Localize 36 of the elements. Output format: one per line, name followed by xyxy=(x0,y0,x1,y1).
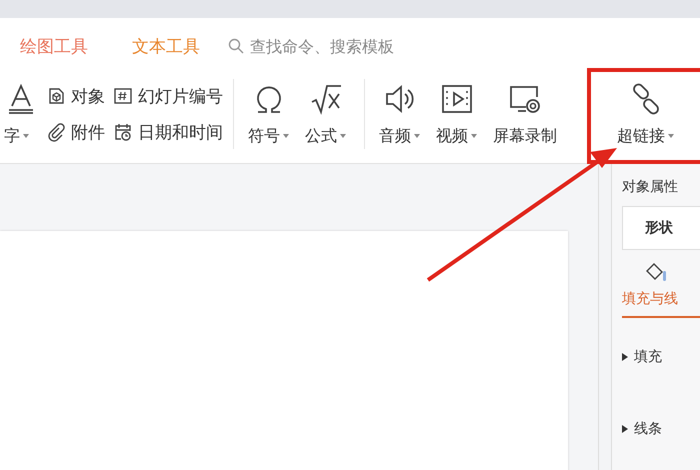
button-label: 屏幕录制 xyxy=(493,126,557,146)
art-text-button[interactable]: 字 xyxy=(0,82,34,146)
ribbon-item[interactable]: 幻灯片编号 xyxy=(113,78,223,114)
section-header[interactable]: 填充 xyxy=(622,348,700,366)
caret-icon xyxy=(471,134,477,138)
ribbon-button[interactable]: 音频 xyxy=(371,82,428,146)
ribbon-button[interactable]: 超链接 xyxy=(609,82,682,146)
expand-triangle-icon xyxy=(622,353,628,361)
button-label: 符号 xyxy=(248,126,289,146)
panel-title: 对象属性 xyxy=(622,178,679,196)
ribbon-item[interactable]: 附件 xyxy=(46,114,105,150)
button-label: 音频 xyxy=(379,126,420,146)
search-field[interactable]: 查找命令、搜索模板 xyxy=(228,36,452,56)
caret-icon xyxy=(414,134,420,138)
paint-bucket-icon xyxy=(644,262,668,282)
caret-icon xyxy=(283,134,289,138)
ribbon-button[interactable]: 公式 xyxy=(297,82,354,146)
ribbon-item[interactable]: 对象 xyxy=(46,78,105,114)
button-label: 公式 xyxy=(305,126,346,146)
section-header[interactable]: 线条 xyxy=(622,420,700,438)
ribbon-item[interactable]: 日期和时间 xyxy=(113,114,223,150)
expand-triangle-icon xyxy=(622,425,628,433)
button-label: 字 xyxy=(4,126,29,146)
calendar-clock-icon xyxy=(113,122,133,142)
button-label: 视频 xyxy=(436,126,477,146)
panel-tab[interactable]: 形状 xyxy=(622,206,700,250)
ribbon-button[interactable]: 符号 xyxy=(240,82,297,146)
paperclip-icon xyxy=(46,122,66,142)
ribbon-button[interactable]: 屏幕录制 xyxy=(485,82,565,146)
search-icon xyxy=(228,38,244,54)
caret-icon xyxy=(668,134,674,138)
hash-icon xyxy=(113,86,133,106)
caret-icon xyxy=(23,134,29,138)
button-label: 超链接 xyxy=(617,126,674,146)
ribbon-button[interactable]: 视频 xyxy=(428,82,485,146)
caret-icon xyxy=(340,134,346,138)
